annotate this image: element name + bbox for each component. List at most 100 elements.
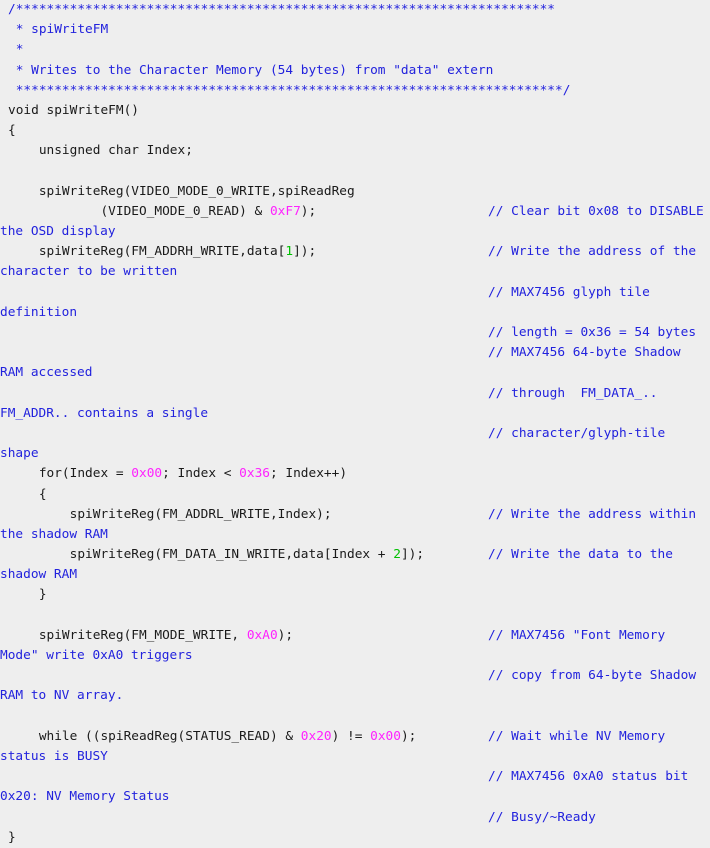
code-line[interactable]: // Busy/~Ready <box>0 808 710 828</box>
code-line[interactable]: spiWriteReg(FM_ADDRH_WRITE,data[1]); // W… <box>0 242 710 262</box>
code-line-wrapped-continuation[interactable]: FM_ADDR.. contains a single <box>0 404 710 424</box>
trailing-comment: // MAX7456 64-byte Shadow <box>488 345 681 361</box>
code-comment-text: /***************************************… <box>8 2 556 17</box>
code-token: spiWriteReg(FM_ADDRH_WRITE,data[ <box>8 244 286 260</box>
code-line[interactable]: // MAX7456 glyph tile <box>0 283 710 303</box>
code-line[interactable]: while ((spiReadReg(STATUS_READ) & 0x20) … <box>0 727 710 747</box>
code-token: ); <box>400 728 417 744</box>
code-line[interactable]: // length = 0x36 = 54 bytes <box>0 323 710 343</box>
code-line[interactable]: // through FM_DATA_.. <box>0 384 710 404</box>
code-token: ); <box>300 203 317 219</box>
code-line[interactable]: // character/glyph-tile <box>0 424 710 444</box>
code-token: spiWriteReg(VIDEO_MODE_0_WRITE,spiReadRe… <box>8 183 355 199</box>
code-comment-text: * Writes to the Character Memory (54 byt… <box>8 62 494 78</box>
code-line-wrapped-continuation[interactable]: shape <box>0 444 710 464</box>
code-token: void spiWriteFM() <box>8 102 139 118</box>
code-line[interactable]: spiWriteReg(FM_ADDRL_WRITE,Index); // Wri… <box>0 505 710 525</box>
hex-literal: 0xA0 <box>246 627 278 643</box>
wrapped-comment-text: definition <box>0 304 78 320</box>
trailing-comment: // through FM_DATA_.. <box>488 385 658 401</box>
code-comment-text: ****************************************… <box>8 82 571 98</box>
wrapped-comment-text: the shadow RAM <box>0 526 108 542</box>
wrapped-comment-text: status is BUSY <box>0 748 108 764</box>
code-line[interactable]: // MAX7456 0xA0 status bit <box>0 767 710 787</box>
code-line[interactable] <box>0 707 710 727</box>
code-token: ); <box>277 627 294 643</box>
hex-literal: 0x36 <box>239 466 270 482</box>
code-line[interactable]: spiWriteReg(VIDEO_MODE_0_WRITE,spiReadRe… <box>0 182 710 202</box>
trailing-comment: // MAX7456 glyph tile <box>488 284 650 300</box>
code-token: spiWriteReg(FM_DATA_IN_WRITE,data[Index … <box>8 547 394 563</box>
code-line-wrapped-continuation[interactable]: the shadow RAM <box>0 525 710 545</box>
code-line[interactable]: /***************************************… <box>0 0 710 20</box>
trailing-comment: // MAX7456 "Font Memory <box>488 627 666 643</box>
trailing-comment: // copy from 64-byte Shadow <box>488 668 697 684</box>
code-line[interactable]: * spiWriteFM <box>0 20 710 40</box>
wrapped-comment-text: FM_ADDR.. contains a single <box>0 405 209 421</box>
trailing-comment: // Write the address within <box>488 506 697 522</box>
code-line[interactable]: ****************************************… <box>0 81 710 101</box>
number-literal: 2 <box>393 547 401 563</box>
code-line[interactable]: spiWriteReg(FM_MODE_WRITE, 0xA0); // MAX7… <box>0 626 710 646</box>
code-line-wrapped-continuation[interactable]: status is BUSY <box>0 747 710 767</box>
code-line-wrapped-continuation[interactable]: definition <box>0 303 710 323</box>
code-line[interactable]: spiWriteReg(FM_DATA_IN_WRITE,data[Index … <box>0 545 710 565</box>
code-token: ]); <box>293 244 317 260</box>
code-line-wrapped-continuation[interactable]: RAM accessed <box>0 363 710 383</box>
trailing-comment: // Write the data to the <box>488 547 673 563</box>
code-token: unsigned char Index; <box>8 143 193 159</box>
code-line[interactable]: * Writes to the Character Memory (54 byt… <box>0 61 710 81</box>
code-line[interactable]: void spiWriteFM() <box>0 101 710 121</box>
code-token: { <box>8 123 16 139</box>
code-token: ]); <box>400 547 425 563</box>
hex-literal: 0x20 <box>300 728 332 744</box>
code-token: while ((spiReadReg(STATUS_READ) & <box>8 728 301 744</box>
trailing-comment: // MAX7456 0xA0 status bit <box>488 769 689 785</box>
code-token: ) != <box>331 728 371 744</box>
code-line[interactable]: // copy from 64-byte Shadow <box>0 666 710 686</box>
hex-literal: 0xF7 <box>269 203 301 219</box>
code-line-wrapped-continuation[interactable]: 0x20: NV Memory Status <box>0 787 710 807</box>
code-line[interactable]: { <box>0 485 710 505</box>
code-line[interactable] <box>0 162 710 182</box>
code-line[interactable] <box>0 606 710 626</box>
trailing-comment: // Busy/~Ready <box>488 809 596 825</box>
code-line[interactable]: * <box>0 40 710 60</box>
code-token: ; Index < <box>162 466 240 482</box>
code-line-wrapped-continuation[interactable]: shadow RAM <box>0 565 710 585</box>
trailing-comment: // Clear bit 0x08 to DISABLE <box>488 203 704 219</box>
code-line[interactable]: for(Index = 0x00; Index < 0x36; Index++) <box>0 464 710 484</box>
code-token: ; Index++) <box>269 466 348 482</box>
code-token: spiWriteReg(FM_ADDRL_WRITE,Index); <box>8 506 332 522</box>
trailing-comment: // Write the address of the <box>488 244 697 260</box>
source-code-listing[interactable]: /***************************************… <box>0 0 710 845</box>
code-line[interactable]: unsigned char Index; <box>0 141 710 161</box>
code-token: (VIDEO_MODE_0_READ) & <box>8 203 270 219</box>
code-token: spiWriteReg(FM_MODE_WRITE, <box>8 627 247 643</box>
code-line[interactable]: } <box>0 828 710 848</box>
code-comment-text: * <box>8 42 24 58</box>
code-line-wrapped-continuation[interactable]: Mode" write 0xA0 triggers <box>0 646 710 666</box>
wrapped-comment-text: the OSD display <box>0 224 116 240</box>
wrapped-comment-text: shadow RAM <box>0 567 78 583</box>
code-token: { <box>8 486 47 502</box>
hex-literal: 0x00 <box>370 728 401 744</box>
trailing-comment: // Wait while NV Memory <box>488 728 666 744</box>
trailing-comment: // length = 0x36 = 54 bytes <box>488 325 697 340</box>
wrapped-comment-text: shape <box>0 446 39 462</box>
code-line-wrapped-continuation[interactable]: character to be written <box>0 262 710 282</box>
code-token: for(Index = <box>8 466 132 482</box>
wrapped-comment-text: RAM to NV array. <box>0 688 124 704</box>
code-line[interactable]: // MAX7456 64-byte Shadow <box>0 343 710 363</box>
wrapped-comment-text: Mode" write 0xA0 triggers <box>0 648 193 663</box>
code-line[interactable]: } <box>0 585 710 605</box>
code-token: } <box>8 829 16 845</box>
hex-literal: 0x00 <box>131 466 163 482</box>
code-line-wrapped-continuation[interactable]: RAM to NV array. <box>0 686 710 706</box>
code-line[interactable]: (VIDEO_MODE_0_READ) & 0xF7); // Clear bit… <box>0 202 710 222</box>
code-line[interactable]: { <box>0 121 710 141</box>
code-line-wrapped-continuation[interactable]: the OSD display <box>0 222 710 242</box>
code-comment-text: * spiWriteFM <box>8 22 109 38</box>
wrapped-comment-text: RAM accessed <box>0 365 93 381</box>
number-literal: 1 <box>285 244 294 260</box>
